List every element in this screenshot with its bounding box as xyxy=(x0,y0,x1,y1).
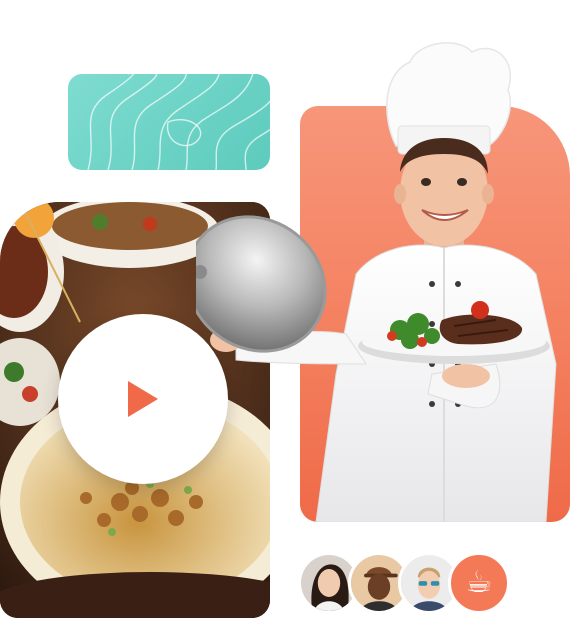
coffee-cup-icon: ☕ xyxy=(465,565,493,600)
play-icon xyxy=(128,381,158,417)
testimonial-avatar-group: ☕ xyxy=(298,552,510,618)
coffee-badge: ☕ xyxy=(448,552,510,614)
chef-photo xyxy=(196,42,557,522)
